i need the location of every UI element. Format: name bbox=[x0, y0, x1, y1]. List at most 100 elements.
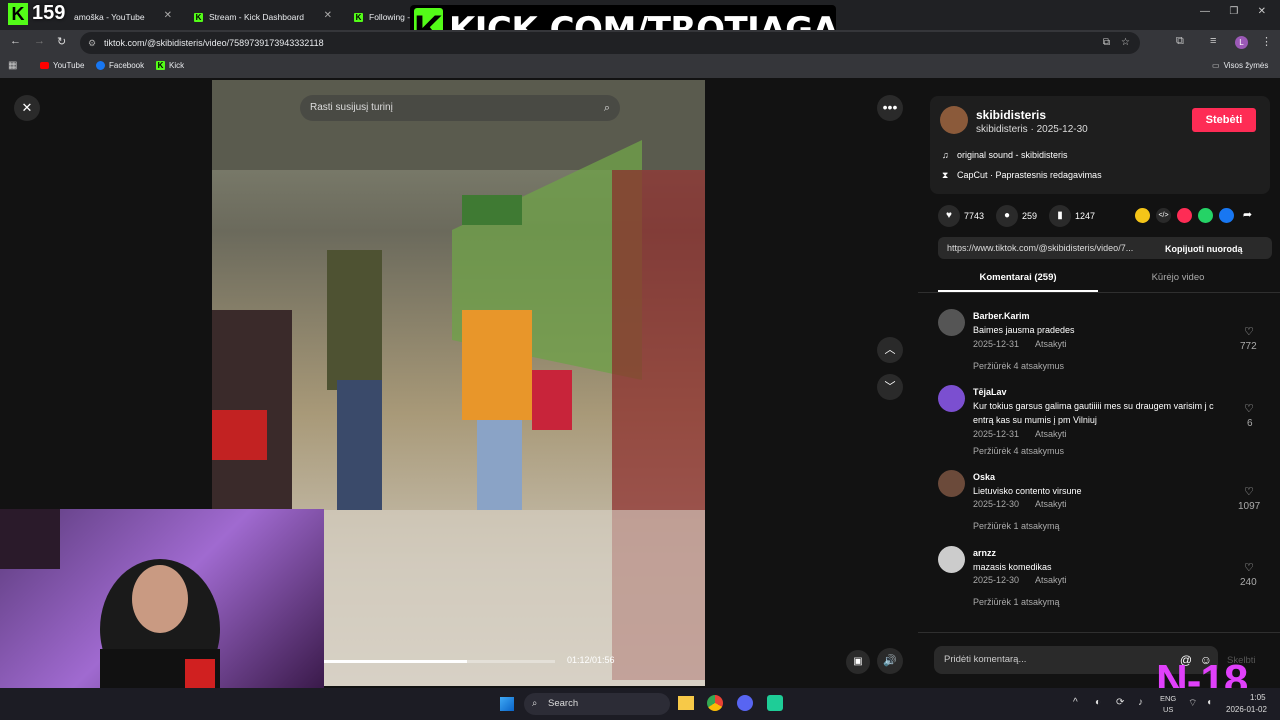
more-options-button[interactable]: ••• bbox=[877, 95, 903, 121]
comment-date: 2025-12-30 bbox=[973, 575, 1020, 585]
windows-start-icon[interactable] bbox=[500, 697, 514, 711]
viewer-count: 159 bbox=[32, 2, 66, 24]
previous-video-button[interactable]: ︿ bbox=[877, 337, 903, 363]
follow-button[interactable]: Stebėti bbox=[1192, 108, 1256, 132]
avatar[interactable] bbox=[938, 309, 965, 336]
comment-author[interactable]: TējaLav bbox=[973, 387, 1007, 397]
bookmark-youtube[interactable]: YouTube bbox=[40, 61, 84, 70]
progress-bar[interactable] bbox=[323, 660, 555, 663]
like-button[interactable]: ♥ bbox=[938, 205, 960, 227]
author-username[interactable]: skibidisteris bbox=[976, 108, 1046, 122]
view-replies-button[interactable]: Peržiūrėk 1 atsakymą bbox=[973, 521, 1060, 531]
chevron-up-icon[interactable]: ^ bbox=[1073, 697, 1078, 708]
coin-icon[interactable] bbox=[1135, 208, 1150, 223]
taskbar-search[interactable]: ⌕ Search bbox=[524, 693, 670, 715]
view-replies-button[interactable]: Peržiūrėk 4 atsakymus bbox=[973, 361, 1064, 371]
heart-icon[interactable]: ♡ bbox=[1244, 325, 1254, 338]
wifi-icon[interactable]: ⌔ bbox=[1188, 697, 1197, 710]
view-replies-button[interactable]: Peržiūrėk 1 atsakymą bbox=[973, 597, 1060, 607]
heart-icon[interactable]: ♡ bbox=[1244, 561, 1254, 574]
heart-icon[interactable]: ♡ bbox=[1244, 402, 1254, 415]
language-code[interactable]: ENG bbox=[1160, 694, 1176, 703]
bookmark-facebook[interactable]: Facebook bbox=[96, 61, 144, 70]
comment-like-count: 6 bbox=[1247, 418, 1253, 429]
save-button[interactable]: ▮ bbox=[1049, 205, 1071, 227]
whatsapp-icon[interactable] bbox=[1198, 208, 1213, 223]
reply-button[interactable]: Atsakyti bbox=[1035, 429, 1067, 439]
back-icon[interactable]: ← bbox=[10, 35, 21, 47]
search-icon[interactable]: ⌕ bbox=[604, 95, 610, 121]
bookmark-label: YouTube bbox=[53, 61, 85, 70]
related-search-input[interactable]: Rasti susijusį turinį ⌕ bbox=[300, 95, 620, 121]
bookmark-kick[interactable]: K Kick bbox=[156, 61, 184, 70]
chrome-icon[interactable] bbox=[707, 695, 723, 711]
clock-time[interactable]: 1:05 bbox=[1250, 693, 1266, 702]
tab-creator-videos[interactable]: Kūrėjo video bbox=[1098, 268, 1258, 292]
folder-icon: ▭ bbox=[1212, 61, 1220, 70]
search-icon: ⌕ bbox=[532, 698, 538, 709]
avatar[interactable] bbox=[938, 385, 965, 412]
comment-author[interactable]: arnzz bbox=[973, 548, 996, 558]
discord-icon[interactable] bbox=[737, 695, 753, 711]
facebook-share-icon[interactable] bbox=[1219, 208, 1234, 223]
reply-button[interactable]: Atsakyti bbox=[1035, 499, 1067, 509]
sound-name[interactable]: original sound - skibidisteris bbox=[957, 150, 1068, 160]
facebook-icon bbox=[96, 61, 105, 70]
close-icon[interactable]: ✕ bbox=[324, 10, 332, 21]
media-icon[interactable]: ≡ bbox=[1210, 35, 1216, 47]
speaker-icon[interactable]: ◖ bbox=[1206, 697, 1212, 708]
forward-icon[interactable]: → bbox=[34, 35, 45, 47]
share-arrow-icon[interactable]: ➦ bbox=[1240, 208, 1255, 223]
avatar[interactable] bbox=[938, 470, 965, 497]
app-icon[interactable] bbox=[767, 695, 783, 711]
volume-button[interactable]: 🔊 bbox=[877, 648, 903, 674]
tray-icon[interactable]: ◐ bbox=[1095, 697, 1101, 708]
install-icon[interactable]: ⧉ bbox=[1103, 32, 1110, 54]
avatar[interactable] bbox=[938, 546, 965, 573]
site-info-icon[interactable]: ⚙ bbox=[88, 32, 96, 54]
comment-author[interactable]: Barber.Karim bbox=[973, 311, 1030, 321]
microphone-icon[interactable]: ♪ bbox=[1138, 697, 1143, 708]
copy-link-button[interactable]: Kopijuoti nuorodą bbox=[1165, 244, 1242, 254]
file-explorer-icon[interactable] bbox=[678, 696, 694, 710]
tab-following[interactable]: K Following - bbox=[340, 4, 420, 30]
editor-info[interactable]: CapCut · Paprastesnis redagavimas bbox=[957, 170, 1102, 180]
comment-button[interactable]: ● bbox=[996, 205, 1018, 227]
next-video-button[interactable]: ﹀ bbox=[877, 374, 903, 400]
author-avatar[interactable] bbox=[940, 106, 968, 134]
tab-comments[interactable]: Komentarai (259) bbox=[938, 268, 1098, 292]
bookmark-icon: ▮ bbox=[1057, 210, 1063, 221]
menu-icon[interactable]: ⋮ bbox=[1261, 35, 1272, 48]
tab-kick-dashboard[interactable]: K Stream - Kick Dashboard ✕ bbox=[180, 4, 340, 30]
pip-button[interactable]: ▣ bbox=[846, 650, 870, 674]
send-icon[interactable] bbox=[1177, 208, 1192, 223]
extensions-icon[interactable]: ⧉ bbox=[1176, 35, 1184, 48]
heart-icon[interactable]: ♡ bbox=[1244, 485, 1254, 498]
comment-item: arnzz mazasis komedikas 2025-12-30 Atsak… bbox=[938, 546, 1268, 622]
address-bar[interactable]: ⚙ tiktok.com/@skibidisteris/video/758973… bbox=[80, 32, 1140, 54]
clock-date[interactable]: 2026-01-02 bbox=[1226, 705, 1267, 714]
close-video-button[interactable]: ✕ bbox=[14, 95, 40, 121]
apps-icon[interactable]: ▦ bbox=[8, 60, 17, 71]
comment-author[interactable]: Oska bbox=[973, 472, 995, 482]
reply-button[interactable]: Atsakyti bbox=[1035, 339, 1067, 349]
view-replies-button[interactable]: Peržiūrėk 4 atsakymus bbox=[973, 446, 1064, 456]
bookmarks-bar: ▦ YouTube Facebook K Kick ▭ Visos žymės bbox=[0, 56, 1280, 78]
profile-avatar[interactable]: L bbox=[1235, 36, 1248, 49]
tab-label: Following - bbox=[369, 12, 411, 22]
comment-date: 2025-12-31 bbox=[973, 429, 1020, 439]
tray-sync-icon[interactable]: ⟳ bbox=[1116, 697, 1124, 708]
all-bookmarks[interactable]: ▭ Visos žymės bbox=[1212, 61, 1268, 70]
close-icon[interactable]: ✕ bbox=[164, 10, 172, 21]
maximize-icon[interactable]: ❐ bbox=[1229, 6, 1238, 17]
bookmark-star-icon[interactable]: ☆ bbox=[1121, 32, 1130, 54]
reply-button[interactable]: Atsakyti bbox=[1035, 575, 1067, 585]
close-window-icon[interactable]: ✕ bbox=[1258, 6, 1266, 17]
comment-text: Kur tokius garsus galima gautiiiii mes s… bbox=[973, 401, 1214, 411]
embed-icon[interactable]: </> bbox=[1156, 208, 1171, 223]
minimize-icon[interactable]: — bbox=[1200, 6, 1210, 17]
reload-icon[interactable]: ↻ bbox=[57, 35, 66, 48]
kick-icon: K bbox=[156, 61, 165, 70]
search-placeholder: Rasti susijusį turinį bbox=[310, 102, 393, 113]
progress-fill bbox=[323, 660, 467, 663]
